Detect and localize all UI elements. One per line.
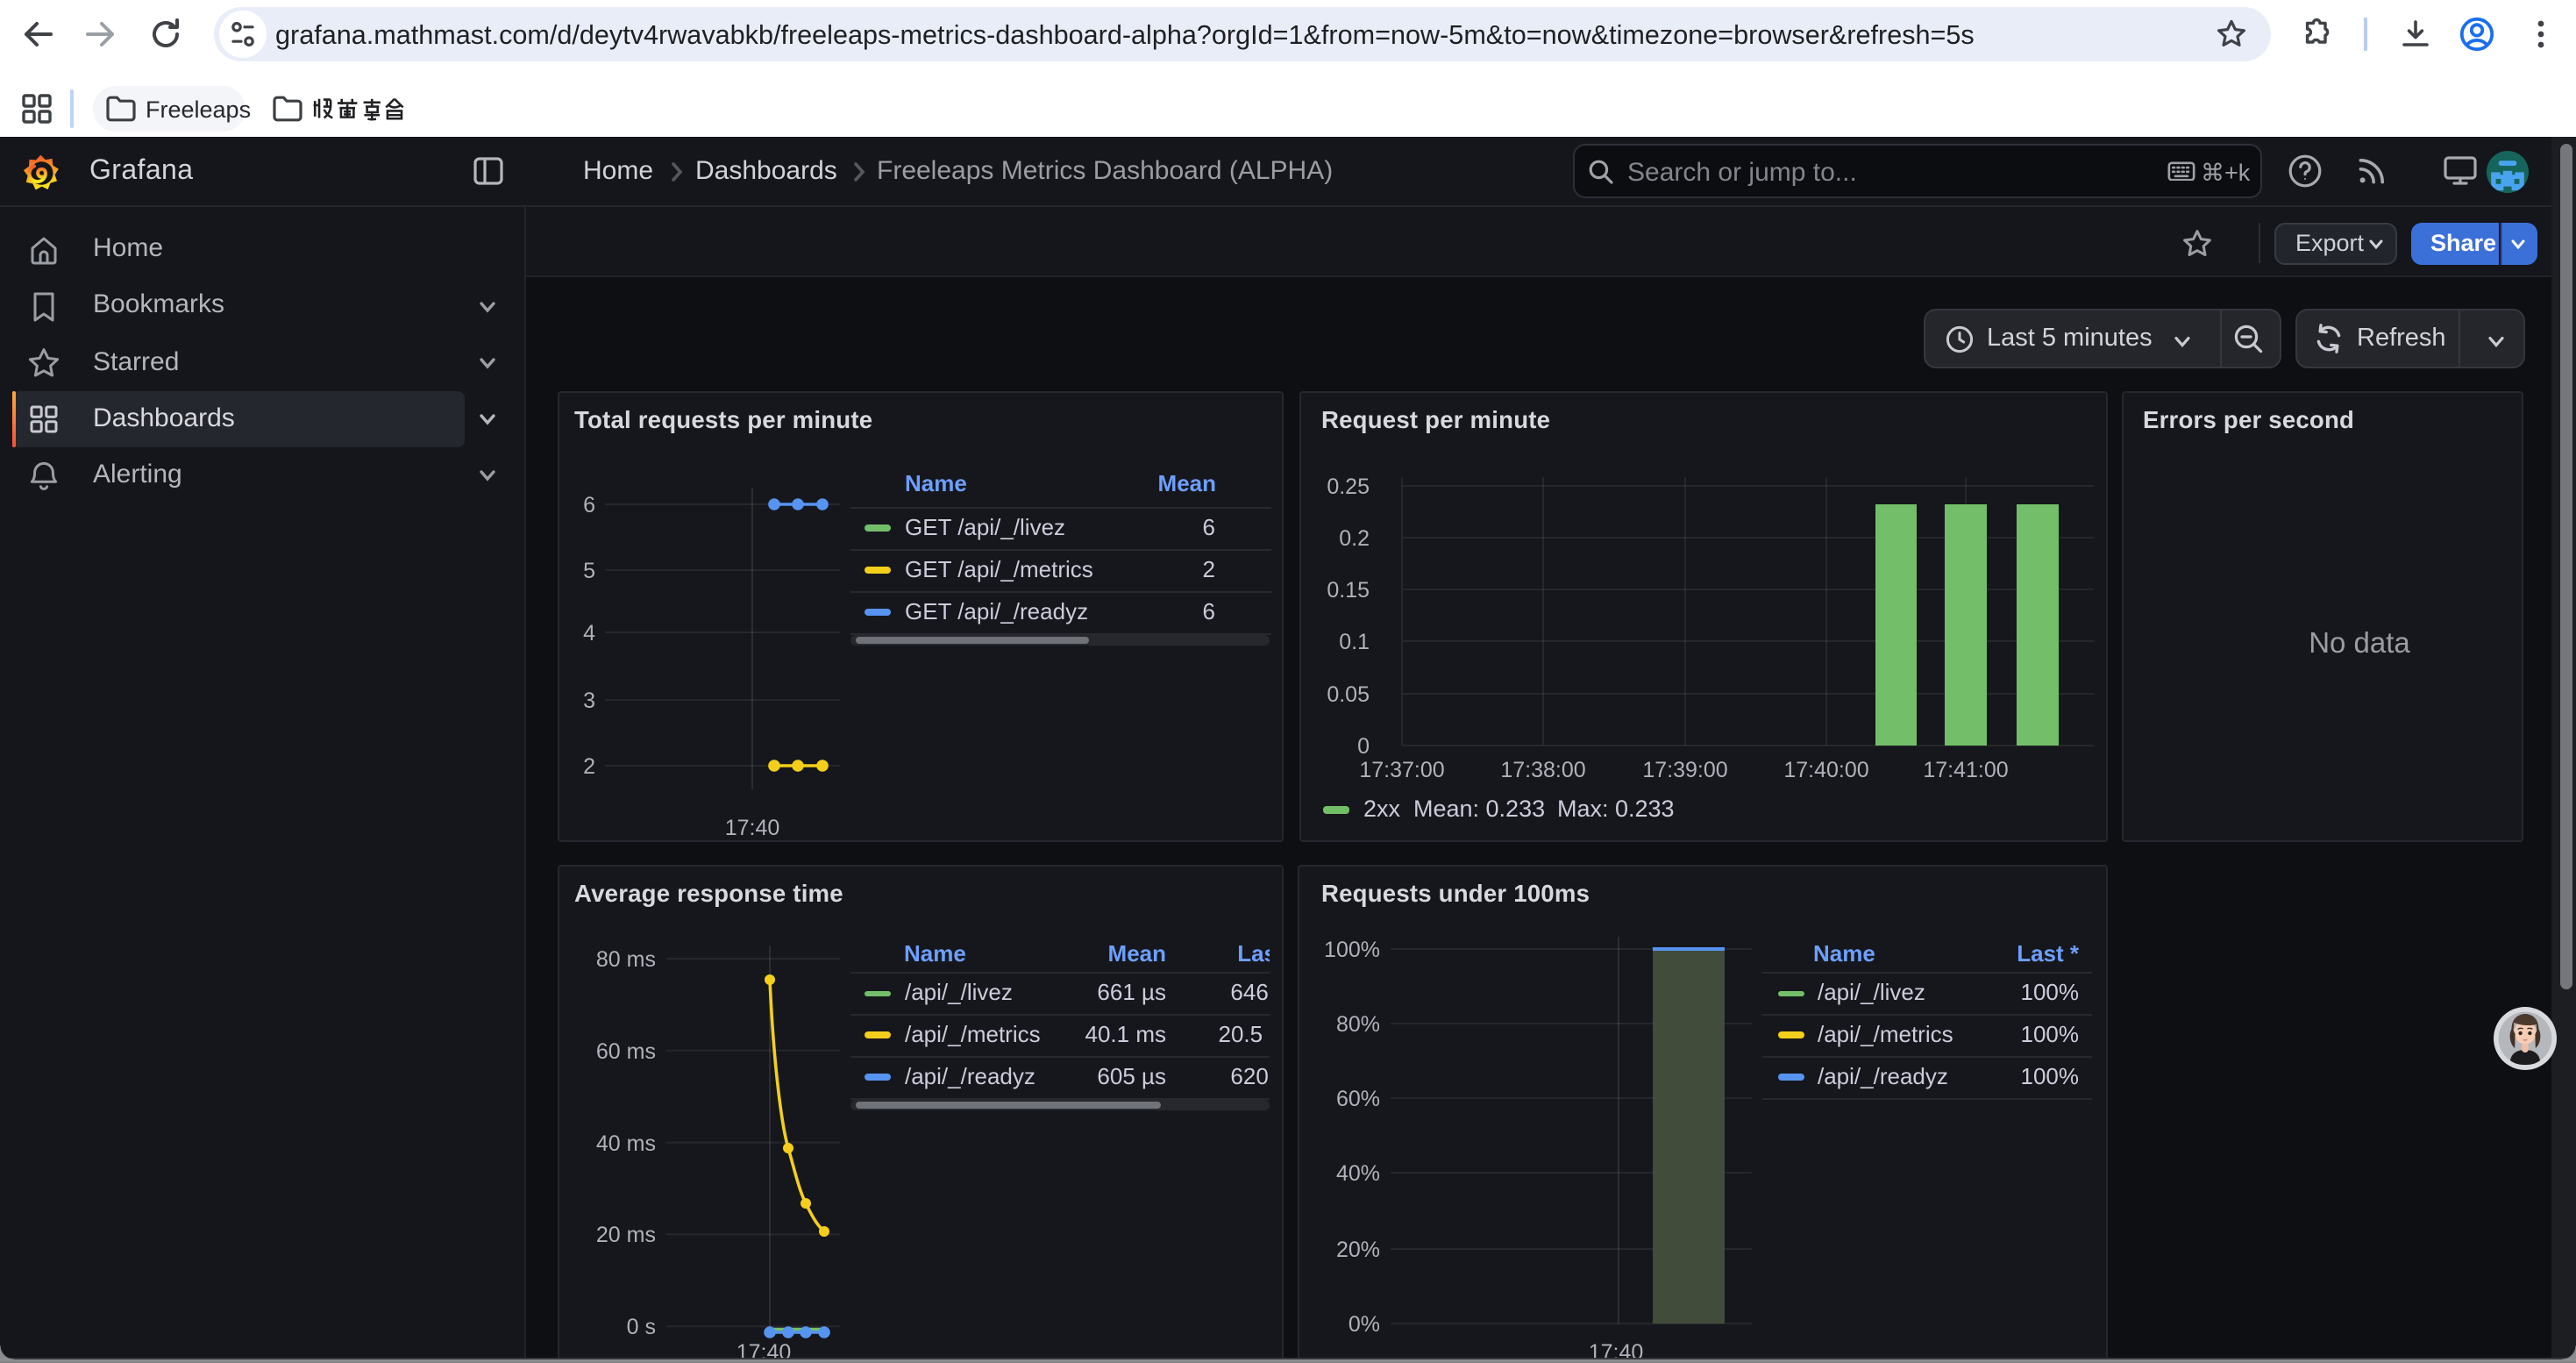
svg-text:20%: 20% <box>1336 1238 1380 1262</box>
svg-text:60%: 60% <box>1336 1087 1380 1111</box>
svg-text:0 s: 0 s <box>626 1315 655 1339</box>
svg-text:4: 4 <box>582 621 594 646</box>
svg-text:40%: 40% <box>1336 1161 1380 1186</box>
svg-text:17:37:00: 17:37:00 <box>1358 758 1443 782</box>
svg-text:2xx: 2xx <box>1363 796 1400 822</box>
svg-text:17:39:00: 17:39:00 <box>1641 758 1726 782</box>
svg-text:40 ms: 40 ms <box>595 1131 655 1156</box>
svg-text:5: 5 <box>582 559 594 583</box>
svg-text:100%: 100% <box>1324 938 1380 962</box>
svg-text:0: 0 <box>1356 734 1369 759</box>
svg-text:17:38:00: 17:38:00 <box>1499 758 1584 782</box>
svg-text:0.05: 0.05 <box>1326 682 1369 707</box>
svg-text:2: 2 <box>582 754 594 779</box>
svg-text:3: 3 <box>582 689 594 713</box>
svg-text:0%: 0% <box>1348 1312 1380 1337</box>
svg-text:17:40:00: 17:40:00 <box>1783 758 1868 782</box>
svg-text:0.15: 0.15 <box>1326 578 1369 603</box>
svg-text:60 ms: 60 ms <box>595 1039 655 1064</box>
svg-text:20 ms: 20 ms <box>595 1223 655 1247</box>
svg-text:Mean: 0.233: Mean: 0.233 <box>1413 796 1544 822</box>
svg-text:80%: 80% <box>1336 1012 1380 1037</box>
svg-text:17:40: 17:40 <box>724 816 779 840</box>
svg-text:0.2: 0.2 <box>1338 526 1369 551</box>
svg-text:0.25: 0.25 <box>1326 475 1369 499</box>
svg-text:0.1: 0.1 <box>1338 630 1369 654</box>
svg-text:Max: 0.233: Max: 0.233 <box>1556 796 1674 822</box>
svg-text:17:41:00: 17:41:00 <box>1922 758 2007 782</box>
svg-text:80 ms: 80 ms <box>595 947 655 972</box>
svg-text:6: 6 <box>582 493 594 517</box>
